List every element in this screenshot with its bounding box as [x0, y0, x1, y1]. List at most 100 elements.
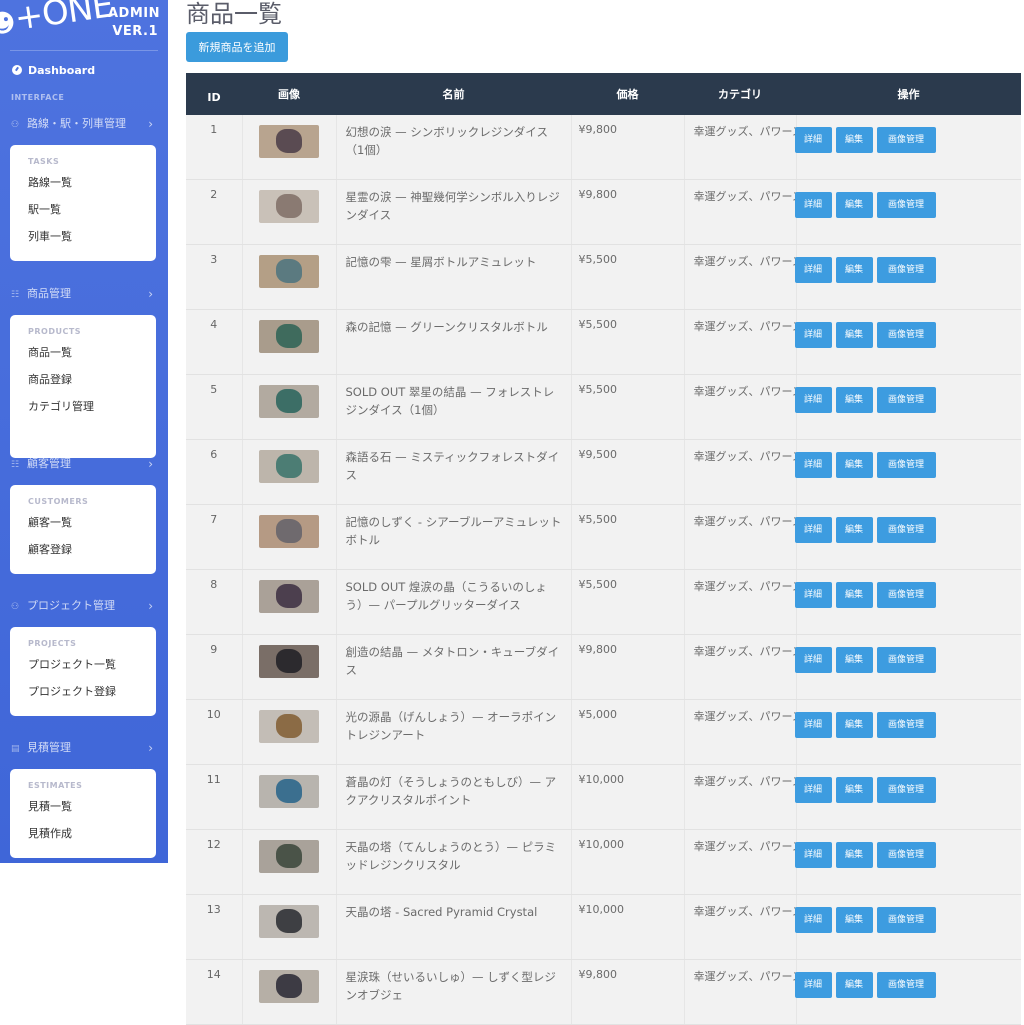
column-header-image: 画像: [242, 73, 336, 115]
submenu-item[interactable]: 顧客一覧: [10, 509, 156, 536]
submenu-item[interactable]: 見積一覧: [10, 793, 156, 820]
column-header-id[interactable]: ID: [186, 73, 242, 115]
image-manage-button[interactable]: 画像管理: [876, 972, 936, 998]
edit-button[interactable]: 編集: [835, 907, 873, 933]
table-row: 3 記憶の雫 — 星屑ボトルアミュレット¥5,500幸運グッズ、パワーストーン詳細…: [186, 244, 1021, 310]
product-thumbnail[interactable]: [259, 775, 319, 808]
detail-button[interactable]: 詳細: [794, 517, 832, 543]
detail-button[interactable]: 詳細: [794, 257, 832, 283]
cell-image: [242, 634, 337, 700]
image-manage-button[interactable]: 画像管理: [876, 387, 936, 413]
edit-button[interactable]: 編集: [835, 972, 873, 998]
cell-category: 幸運グッズ、パワーストーン: [684, 699, 797, 765]
edit-button[interactable]: 編集: [835, 712, 873, 738]
detail-button[interactable]: 詳細: [794, 582, 832, 608]
detail-button[interactable]: 詳細: [794, 452, 832, 478]
product-thumbnail[interactable]: [259, 580, 319, 613]
products-table: ID 画像 名前 価格 カテゴリ 操作 1 幻想の涙 — シンボリックレジンダイス…: [186, 73, 1021, 1025]
image-manage-button[interactable]: 画像管理: [876, 842, 936, 868]
image-manage-button[interactable]: 画像管理: [876, 452, 936, 478]
image-manage-button[interactable]: 画像管理: [876, 127, 936, 153]
product-thumbnail[interactable]: [259, 450, 319, 483]
add-product-button[interactable]: 新規商品を追加: [186, 32, 288, 62]
detail-button[interactable]: 詳細: [794, 712, 832, 738]
submenu-item[interactable]: カテゴリ管理: [10, 393, 156, 420]
product-thumbnail[interactable]: [259, 905, 319, 938]
edit-button[interactable]: 編集: [835, 322, 873, 348]
edit-button[interactable]: 編集: [835, 647, 873, 673]
product-thumbnail[interactable]: [259, 255, 319, 288]
image-manage-button[interactable]: 画像管理: [876, 647, 936, 673]
product-thumbnail[interactable]: [259, 125, 319, 158]
cell-actions: 詳細 編集 画像管理: [794, 439, 1021, 505]
cell-actions: 詳細 編集 画像管理: [794, 309, 1021, 375]
detail-button[interactable]: 詳細: [794, 842, 832, 868]
product-thumbnail[interactable]: [259, 710, 319, 743]
edit-button[interactable]: 編集: [835, 777, 873, 803]
edit-button[interactable]: 編集: [835, 517, 873, 543]
column-header-name[interactable]: 名前: [336, 73, 571, 115]
submenu-item[interactable]: 商品登録: [10, 366, 156, 393]
edit-button[interactable]: 編集: [835, 387, 873, 413]
edit-button[interactable]: 編集: [835, 452, 873, 478]
submenu-item[interactable]: 顧客登録: [10, 536, 156, 563]
cell-id: 10: [186, 699, 243, 765]
table-row: 7 記憶のしずく - シアーブルーアミュレットボトル ¥5,500 幸運グッズ、パワー…: [186, 504, 1021, 570]
submenu-item[interactable]: 列車一覧: [10, 223, 156, 250]
image-manage-button[interactable]: 画像管理: [876, 712, 936, 738]
sidebar-item-dashboard[interactable]: Dashboard: [12, 64, 95, 77]
chevron-right-icon: ›: [148, 287, 153, 301]
detail-button[interactable]: 詳細: [794, 907, 832, 933]
sidebar-group-label: 路線・駅・列車管理: [27, 117, 126, 130]
cell-actions: 詳細 編集 画像管理: [794, 634, 1021, 700]
sidebar-group-3[interactable]: ⚇ プロジェクト管理 ›: [11, 595, 159, 617]
sidebar-group-2[interactable]: ☷ 顧客管理 ›: [11, 453, 159, 475]
image-manage-button[interactable]: 画像管理: [876, 192, 936, 218]
product-thumbnail[interactable]: [259, 515, 319, 548]
product-thumbnail[interactable]: [259, 320, 319, 353]
sidebar-group-0[interactable]: ⚇ 路線・駅・列車管理 ›: [11, 113, 159, 135]
edit-button[interactable]: 編集: [835, 257, 873, 283]
image-manage-button[interactable]: 画像管理: [876, 517, 936, 543]
submenu-item[interactable]: 商品一覧: [10, 339, 156, 366]
submenu-item[interactable]: プロジェクト登録: [10, 678, 156, 705]
image-manage-button[interactable]: 画像管理: [876, 777, 936, 803]
submenu-item[interactable]: 路線一覧: [10, 169, 156, 196]
detail-button[interactable]: 詳細: [794, 972, 832, 998]
brand-title-line1: ADMIN: [108, 6, 161, 21]
table-row: 2 星霊の涙 — 神聖幾何学シンボル入りレジンダイス ¥9,800 幸運グッズ、パワー…: [186, 179, 1021, 245]
submenu-item[interactable]: 見積作成: [10, 820, 156, 847]
product-thumbnail[interactable]: [259, 385, 319, 418]
detail-button[interactable]: 詳細: [794, 777, 832, 803]
brand[interactable]: +ONE ADMIN VER.1: [0, 0, 168, 50]
product-thumbnail[interactable]: [259, 190, 319, 223]
cell-actions: 詳細 編集 画像管理: [794, 374, 1021, 440]
image-manage-button[interactable]: 画像管理: [876, 907, 936, 933]
detail-button[interactable]: 詳細: [794, 127, 832, 153]
edit-button[interactable]: 編集: [835, 192, 873, 218]
submenu-item[interactable]: 駅一覧: [10, 196, 156, 223]
column-header-category[interactable]: カテゴリ: [684, 73, 796, 115]
sidebar-group-1[interactable]: ☷ 商品管理 ›: [11, 283, 159, 305]
table-row: 9 創造の結晶 — メタトロン・キューブダイス¥9,800幸運グッズ、パワーストー…: [186, 634, 1021, 700]
detail-button[interactable]: 詳細: [794, 192, 832, 218]
sidebar-group-4[interactable]: ▤ 見積管理 ›: [11, 737, 159, 759]
edit-button[interactable]: 編集: [835, 127, 873, 153]
sidebar-submenu: PRODUCTS 商品一覧 商品登録 カテゴリ管理: [10, 315, 156, 458]
image-manage-button[interactable]: 画像管理: [876, 322, 936, 348]
submenu-item[interactable]: プロジェクト一覧: [10, 651, 156, 678]
cell-category: 幸運グッズ、パワーストーン: [684, 829, 797, 895]
product-thumbnail[interactable]: [259, 840, 319, 873]
edit-button[interactable]: 編集: [835, 582, 873, 608]
detail-button[interactable]: 詳細: [794, 647, 832, 673]
image-manage-button[interactable]: 画像管理: [876, 582, 936, 608]
image-manage-button[interactable]: 画像管理: [876, 257, 936, 283]
detail-button[interactable]: 詳細: [794, 387, 832, 413]
column-header-price[interactable]: 価格: [571, 73, 684, 115]
cell-name: 天晶の塔（てんしょうのとう）— ピラミッドレジンクリスタル: [336, 829, 572, 895]
sidebar-submenu: TASKS 路線一覧 駅一覧 列車一覧: [10, 145, 156, 261]
edit-button[interactable]: 編集: [835, 842, 873, 868]
product-thumbnail[interactable]: [259, 645, 319, 678]
product-thumbnail[interactable]: [259, 970, 319, 1003]
detail-button[interactable]: 詳細: [794, 322, 832, 348]
